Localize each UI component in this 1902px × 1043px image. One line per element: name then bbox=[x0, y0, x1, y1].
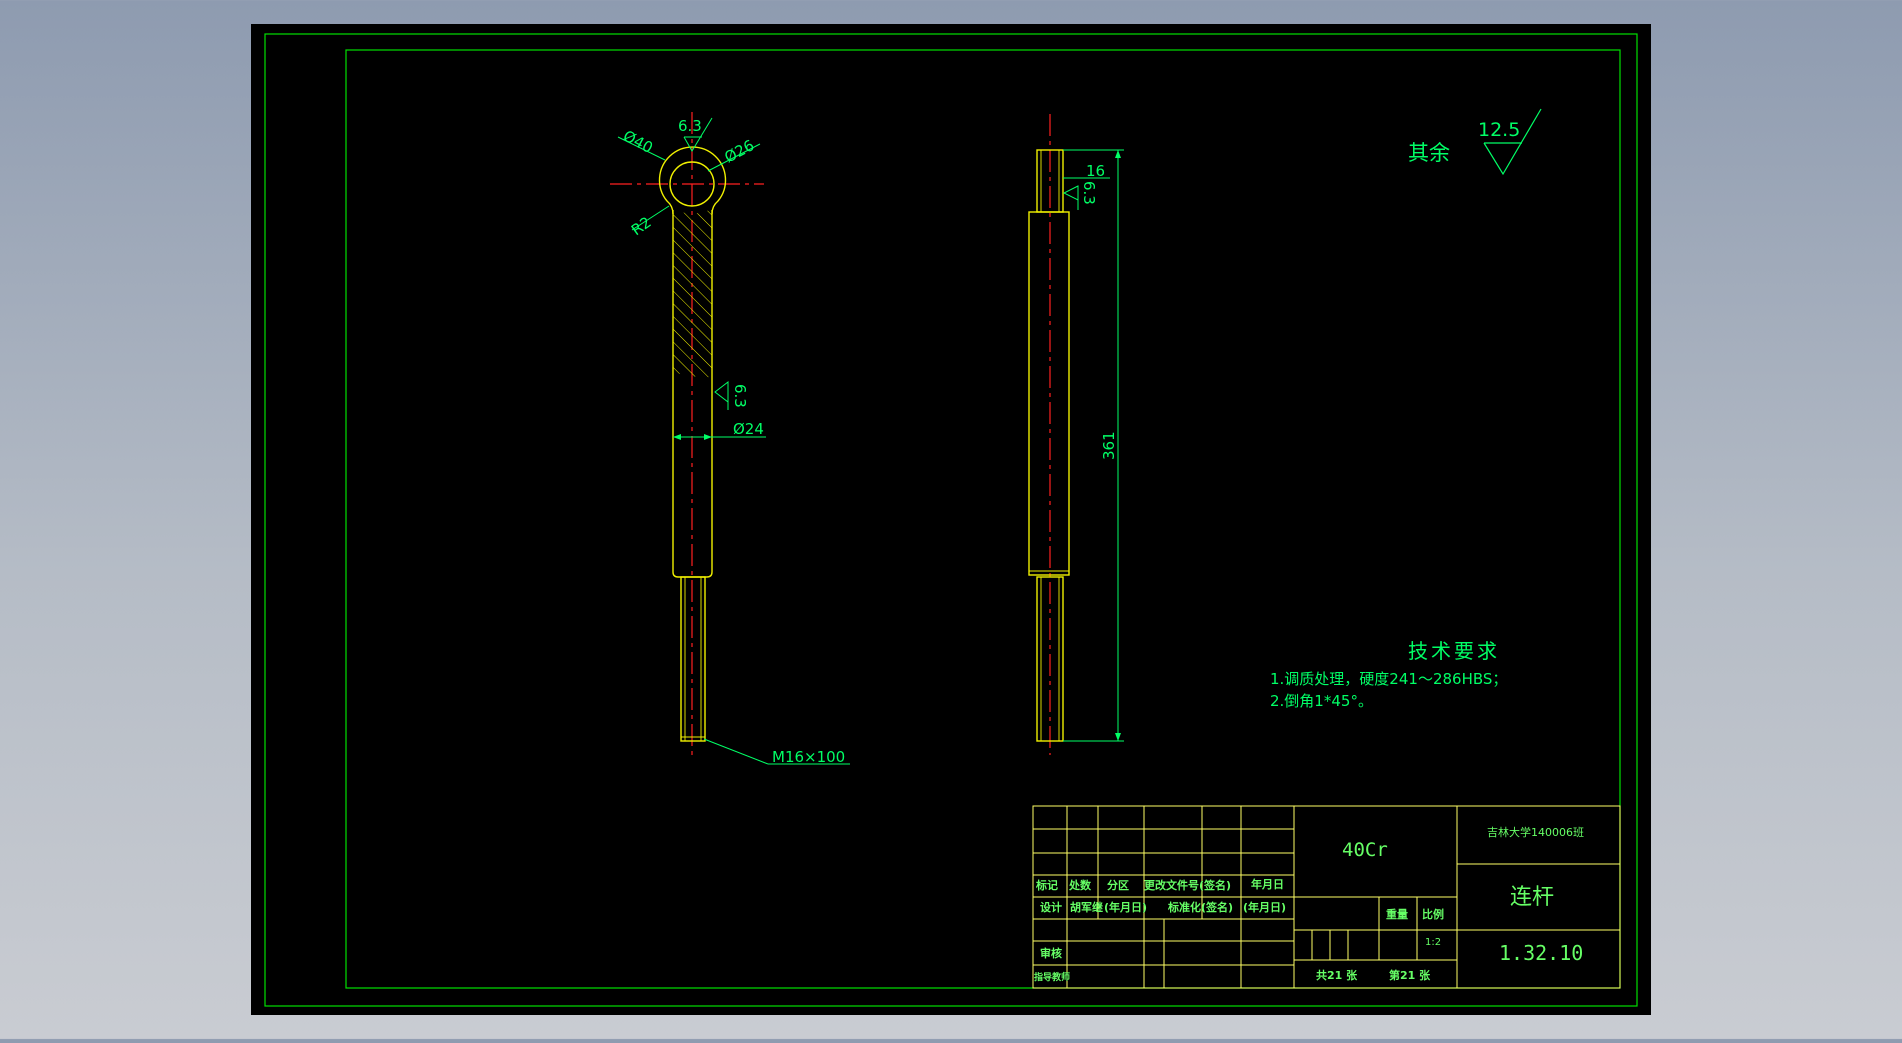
cad-drawing-canvas[interactable]: Ø40 6.3 Ø26 R2 6.3 Ø24 M16×100 16 6.3 36… bbox=[0, 0, 1902, 1039]
tb-count: 处数 bbox=[1068, 878, 1092, 892]
tech-req-heading: 技术要求 bbox=[1408, 639, 1500, 663]
tech-req-item-2: 2.倒角1*45°。 bbox=[1270, 692, 1373, 710]
tb-part-name: 连杆 bbox=[1510, 885, 1554, 910]
surface-finish-label: 其余 bbox=[1408, 141, 1450, 165]
tb-date: 年月日 bbox=[1251, 877, 1284, 891]
tb-total-sheets: 共21 张 bbox=[1316, 968, 1358, 982]
hatched-section bbox=[673, 209, 712, 378]
tb-date-paren-1: (年月日) bbox=[1104, 900, 1147, 914]
tb-advisor: 指导教师 bbox=[1034, 971, 1070, 983]
dim-shank-dia: Ø24 bbox=[733, 420, 764, 438]
tb-drawing-number: 1.32.10 bbox=[1499, 941, 1583, 965]
cad-viewport[interactable]: Ø40 6.3 Ø26 R2 6.3 Ø24 M16×100 16 6.3 36… bbox=[0, 0, 1902, 1039]
dim-side-roughness: 6.3 bbox=[1080, 181, 1098, 205]
dim-thread: M16×100 bbox=[772, 748, 845, 766]
tb-review: 审核 bbox=[1040, 946, 1062, 960]
dim-shank-roughness: 6.3 bbox=[731, 384, 749, 408]
tb-date-paren-2: (年月日) bbox=[1243, 900, 1286, 914]
tb-material: 40Cr bbox=[1342, 839, 1388, 861]
tb-standardize: 标准化(签名) bbox=[1167, 900, 1233, 914]
dim-eye-width: 16 bbox=[1086, 162, 1105, 180]
dim-eye-roughness: 6.3 bbox=[678, 117, 702, 135]
tb-mark: 标记 bbox=[1035, 878, 1058, 892]
tech-req-item-1: 1.调质处理，硬度241～286HBS； bbox=[1270, 670, 1507, 688]
tb-designer: 胡军继 bbox=[1070, 900, 1103, 914]
surface-finish-value: 12.5 bbox=[1478, 119, 1520, 141]
tb-scale-value: 1:2 bbox=[1425, 937, 1441, 948]
tb-weight: 重量 bbox=[1386, 907, 1408, 921]
dim-total-length: 361 bbox=[1100, 431, 1118, 460]
tb-change-doc: 更改文件号(签名) bbox=[1144, 878, 1231, 892]
tb-scale-label: 比例 bbox=[1422, 907, 1444, 921]
tb-sheet-no: 第21 张 bbox=[1389, 968, 1431, 982]
tb-zone: 分区 bbox=[1107, 878, 1129, 892]
tb-school: 吉林大学140006班 bbox=[1487, 825, 1584, 839]
tb-design: 设计 bbox=[1040, 900, 1062, 914]
drawing-sheet bbox=[251, 24, 1651, 1015]
